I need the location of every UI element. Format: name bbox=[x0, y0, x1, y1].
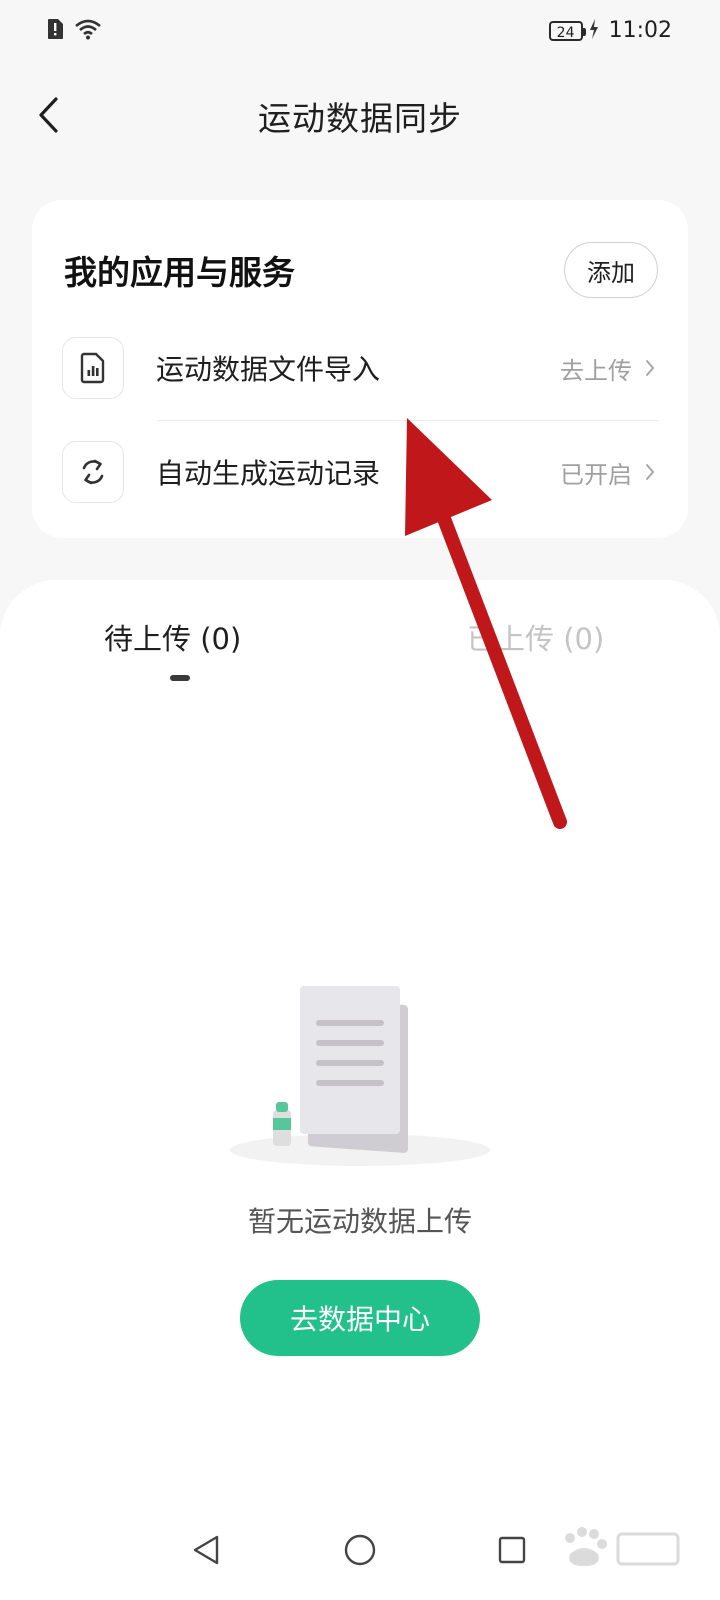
tab-indicator bbox=[170, 675, 190, 681]
status-icons-left bbox=[46, 18, 102, 44]
screen: 24 11:02 运动数据同步 我的应用与服务 添加 运动数据文件导入 去上传 … bbox=[0, 0, 720, 1600]
service-item-status: 已开启 bbox=[560, 460, 632, 489]
service-item-label: 运动数据文件导入 bbox=[156, 353, 381, 386]
empty-document-illustration bbox=[220, 980, 500, 1180]
status-time: 11:02 bbox=[608, 18, 672, 43]
services-title: 我的应用与服务 bbox=[64, 253, 295, 292]
header: 运动数据同步 bbox=[0, 80, 720, 150]
go-data-center-button[interactable]: 去数据中心 bbox=[240, 1280, 480, 1356]
square-recent-icon bbox=[498, 1536, 526, 1564]
tab-pending-upload[interactable]: 待上传 (0) bbox=[104, 616, 241, 658]
divider bbox=[158, 420, 658, 421]
nav-back-button[interactable] bbox=[184, 1528, 228, 1572]
chevron-right-icon bbox=[642, 356, 658, 380]
watermark-logo-icon bbox=[540, 1520, 690, 1580]
status-bar: 24 11:02 bbox=[0, 0, 720, 60]
sync-icon bbox=[62, 441, 124, 503]
charging-icon bbox=[589, 18, 599, 43]
system-nav-bar bbox=[0, 1500, 720, 1600]
service-item-status: 去上传 bbox=[560, 356, 632, 385]
add-service-button[interactable]: 添加 bbox=[564, 242, 658, 298]
empty-state-message: 暂无运动数据上传 bbox=[247, 1205, 472, 1238]
service-item-file-import[interactable]: 运动数据文件导入 去上传 bbox=[62, 324, 658, 412]
file-chart-icon bbox=[62, 337, 124, 399]
nav-recent-button[interactable] bbox=[490, 1528, 534, 1572]
service-item-label: 自动生成运动记录 bbox=[156, 457, 381, 490]
wifi-icon bbox=[74, 18, 102, 44]
battery-icon: 24 bbox=[548, 20, 586, 41]
nav-home-button[interactable] bbox=[338, 1528, 382, 1572]
service-item-auto-record[interactable]: 自动生成运动记录 已开启 bbox=[62, 428, 658, 516]
upload-panel: 待上传 (0) 已上传 (0) 暂无运动数据上传 去数据中心 bbox=[0, 580, 720, 1600]
services-card: 我的应用与服务 添加 运动数据文件导入 去上传 自动生成运动记录 已开启 bbox=[32, 200, 688, 538]
page-title: 运动数据同步 bbox=[258, 99, 462, 138]
tab-uploaded[interactable]: 已上传 (0) bbox=[467, 616, 604, 658]
chevron-right-icon bbox=[642, 460, 658, 484]
status-icons-right: 24 11:02 bbox=[548, 18, 672, 43]
circle-home-icon bbox=[344, 1534, 376, 1566]
triangle-back-icon bbox=[193, 1535, 219, 1565]
alert-sim-icon bbox=[46, 18, 64, 44]
